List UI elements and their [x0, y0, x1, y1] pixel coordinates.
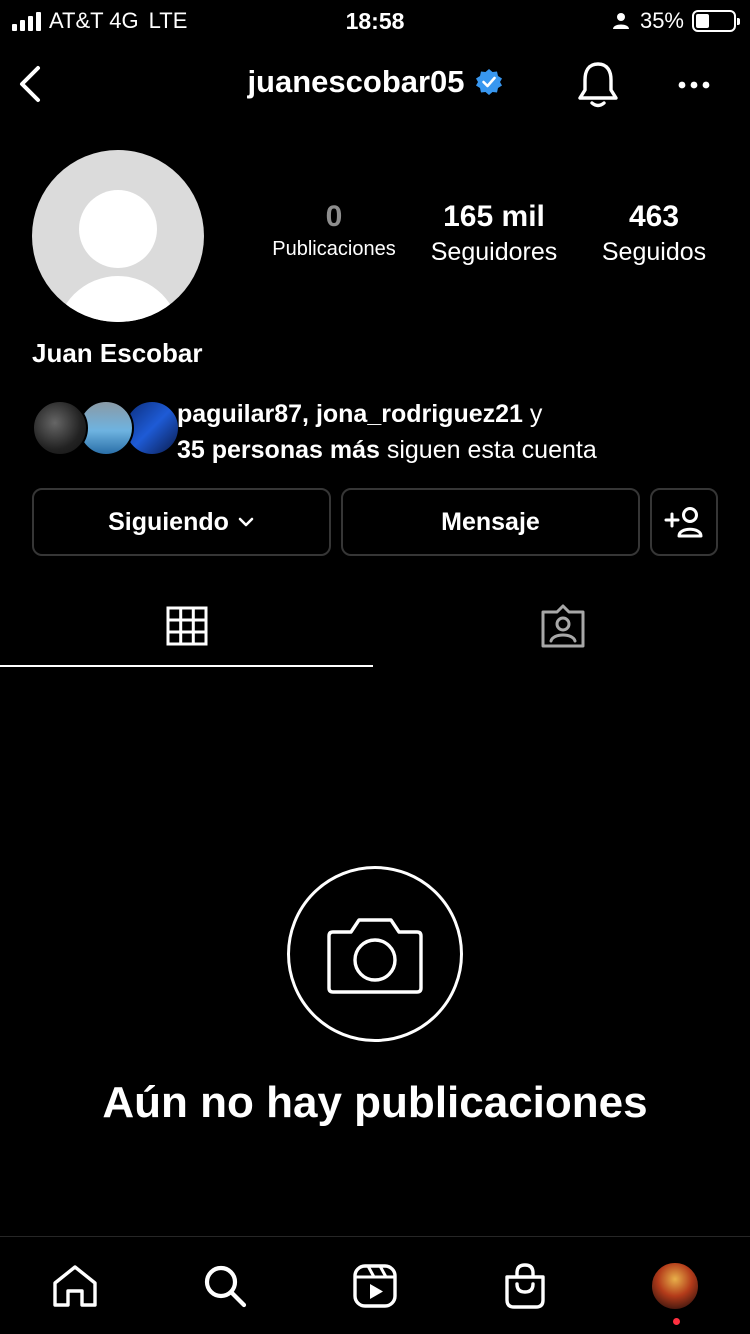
tab-posts-grid[interactable]: [0, 584, 373, 668]
following-count: 463: [628, 200, 680, 233]
bell-icon[interactable]: [574, 58, 622, 110]
suggest-users-button[interactable]: [650, 488, 718, 556]
more-options-icon[interactable]: [674, 70, 714, 100]
active-tab-indicator: [0, 665, 373, 667]
tagged-icon: [541, 604, 584, 648]
empty-state-title: Aún no hay publicaciones: [102, 1078, 648, 1127]
nav-home[interactable]: [48, 1259, 102, 1313]
person-icon: [612, 13, 629, 29]
camera-icon: [327, 918, 423, 994]
posts-count: 0: [325, 200, 343, 233]
reels-icon: [353, 1264, 397, 1308]
nav-shop[interactable]: [498, 1259, 552, 1313]
following-stat[interactable]: 463 Seguidos: [590, 198, 718, 267]
mutual-followers[interactable]: paguilar87, jona_rodriguez21 y 35 person…: [32, 396, 732, 464]
profile-header: juanescobar05: [0, 50, 750, 120]
verified-badge-icon: [475, 69, 502, 95]
following-label: Seguidos: [601, 238, 707, 266]
mutual-names: paguilar87, jona_rodriguez21: [177, 400, 523, 428]
mutual-and: y: [522, 400, 543, 428]
battery-icon: [692, 10, 740, 32]
notification-dot: [673, 1318, 680, 1325]
display-name: Juan Escobar: [32, 338, 203, 368]
following-button[interactable]: Siguiendo: [32, 488, 331, 556]
posts-label: Publicaciones: [272, 238, 396, 260]
message-button[interactable]: Mensaje: [341, 488, 640, 556]
battery-percent: 35%: [639, 8, 684, 33]
nav-profile[interactable]: [648, 1259, 702, 1313]
header-username: juanescobar05: [247, 64, 465, 99]
followers-label: Seguidores: [430, 238, 558, 266]
shop-icon: [505, 1263, 545, 1309]
mutual-more: 35 personas más: [177, 436, 380, 464]
tab-tagged[interactable]: [375, 584, 750, 668]
chevron-down-icon: [238, 517, 254, 527]
followers-stat[interactable]: 165 mil Seguidores: [420, 198, 568, 267]
posts-stat[interactable]: 0 Publicaciones: [262, 198, 406, 261]
mutual-followers-text: paguilar87, jona_rodriguez21 y 35 person…: [177, 396, 597, 468]
mutual-suffix: siguen esta cuenta: [379, 436, 597, 464]
nav-reels[interactable]: [348, 1259, 402, 1313]
mutual-avatar: [32, 400, 88, 456]
nav-search[interactable]: [198, 1259, 252, 1313]
home-icon: [53, 1265, 97, 1307]
profile-avatar[interactable]: [32, 150, 204, 322]
bottom-nav: [0, 1236, 750, 1334]
battery-fill: [696, 14, 709, 28]
search-icon: [204, 1265, 247, 1308]
followers-count: 165 mil: [443, 200, 545, 233]
add-user-icon: [664, 507, 703, 538]
message-button-label: Mensaje: [441, 507, 540, 536]
status-bar: AT&T 4G LTE 18:58 35%: [0, 0, 750, 40]
profile-avatar-small: [650, 1261, 700, 1311]
grid-icon: [166, 606, 207, 646]
following-button-label: Siguiendo: [108, 507, 229, 536]
status-right: 35%: [612, 8, 740, 34]
